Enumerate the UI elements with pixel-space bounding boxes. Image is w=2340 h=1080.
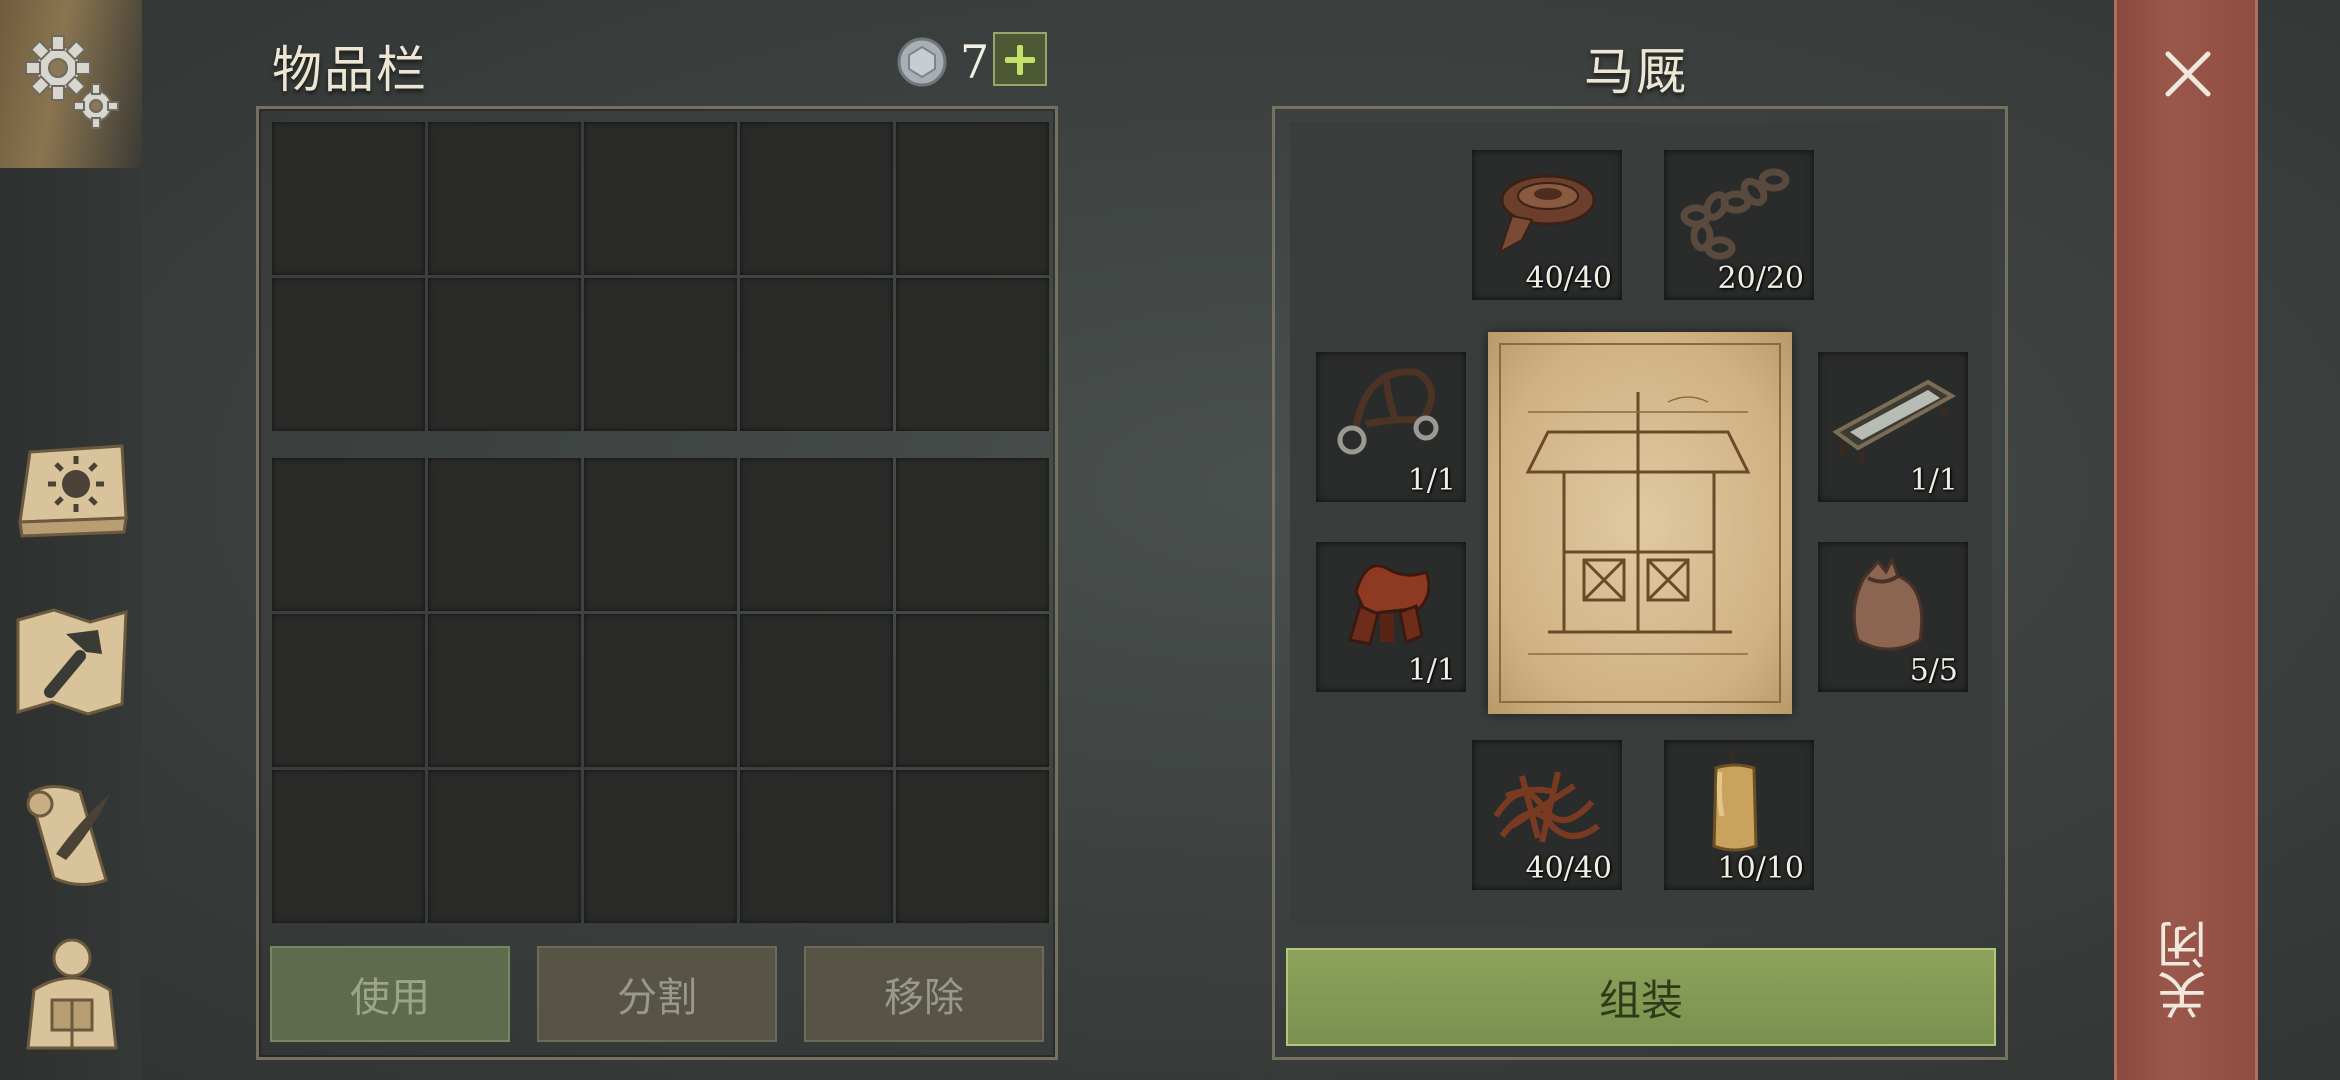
slot-count: 10/10 <box>1717 851 1804 886</box>
inventory-slot[interactable] <box>896 458 1049 611</box>
backpack-icon <box>26 938 118 1050</box>
inventory-slot[interactable] <box>428 278 581 431</box>
inventory-slot[interactable] <box>584 458 737 611</box>
inventory-slot[interactable] <box>584 770 737 923</box>
inventory-slot[interactable] <box>584 278 737 431</box>
inventory-slot[interactable] <box>896 614 1049 767</box>
inventory-slot[interactable] <box>896 770 1049 923</box>
slot-count: 40/40 <box>1525 261 1612 296</box>
inventory-slot[interactable] <box>428 122 581 275</box>
inventory-slot[interactable] <box>272 122 425 275</box>
blueprint-drawing <box>1499 343 1781 703</box>
inventory-slot[interactable] <box>272 614 425 767</box>
rope-pile-icon <box>1493 771 1600 843</box>
sidebar <box>0 0 142 1080</box>
inventory-slot[interactable] <box>740 278 893 431</box>
add-coins-button[interactable] <box>993 32 1047 86</box>
inventory-slot[interactable] <box>272 278 425 431</box>
close-button[interactable]: 关闭 <box>2150 920 2230 1020</box>
ingredient-slot-rope[interactable]: 40/40 <box>1472 740 1622 890</box>
inventory-slot[interactable] <box>740 458 893 611</box>
coin-display: 7 <box>896 34 989 90</box>
slot-count: 1/1 <box>1909 463 1958 498</box>
inventory-slot[interactable] <box>272 458 425 611</box>
leather-roll-icon <box>1498 174 1596 255</box>
journal-button[interactable] <box>10 432 134 556</box>
map-hammer-icon <box>16 608 128 716</box>
close-panel[interactable] <box>2114 0 2258 1080</box>
trough-icon <box>1832 379 1957 462</box>
ingredient-slot-candle[interactable]: 10/10 <box>1664 740 1814 890</box>
ingredient-slot-leather[interactable]: 40/40 <box>1472 150 1622 300</box>
ingredient-slot-trough[interactable]: 1/1 <box>1818 352 1968 502</box>
inventory-slot[interactable] <box>428 614 581 767</box>
stable-title: 马厩 <box>1584 43 1688 101</box>
inventory-slot[interactable] <box>584 122 737 275</box>
inventory-slot[interactable] <box>428 458 581 611</box>
ingredient-slot-sack[interactable]: 5/5 <box>1818 542 1968 692</box>
slot-count: 20/20 <box>1717 261 1804 296</box>
inventory-slot[interactable] <box>584 614 737 767</box>
ingredient-slot-saddle[interactable]: 1/1 <box>1316 542 1466 692</box>
slot-count: 1/1 <box>1407 463 1456 498</box>
settings-button[interactable] <box>0 0 142 168</box>
silver-coin-icon <box>897 37 947 87</box>
sack-icon <box>1852 556 1924 651</box>
inventory-slot[interactable] <box>740 122 893 275</box>
slot-count: 5/5 <box>1909 653 1958 688</box>
inventory-slot[interactable] <box>740 614 893 767</box>
slot-count: 40/40 <box>1525 851 1612 886</box>
slot-count: 1/1 <box>1407 653 1456 688</box>
chain-icon <box>1680 168 1790 260</box>
inventory-slot[interactable] <box>896 122 1049 275</box>
inventory-slot[interactable] <box>740 770 893 923</box>
close-icon[interactable] <box>2160 46 2216 102</box>
inventory-slot[interactable] <box>272 770 425 923</box>
stable-blueprint <box>1488 332 1792 714</box>
ingredient-slot-chain[interactable]: 20/20 <box>1664 150 1814 300</box>
assemble-button[interactable]: 组装 <box>1286 948 1996 1046</box>
gear-icon <box>25 35 119 129</box>
coin-count: 7 <box>960 35 990 89</box>
inventory-title: 物品栏 <box>272 41 428 99</box>
candle-icon <box>1712 749 1758 852</box>
map-button[interactable] <box>10 600 134 724</box>
scroll-quill-icon <box>26 785 110 886</box>
remove-button[interactable]: 移除 <box>804 946 1044 1042</box>
inventory-slot[interactable] <box>896 278 1049 431</box>
inventory-slot[interactable] <box>428 770 581 923</box>
sun-book-icon <box>18 444 128 538</box>
ingredient-slot-bridle[interactable]: 1/1 <box>1316 352 1466 502</box>
saddle-icon <box>1348 564 1431 646</box>
inventory-grid-top <box>272 122 1049 431</box>
split-button[interactable]: 分割 <box>537 946 777 1042</box>
quests-button[interactable] <box>10 770 134 894</box>
bridle-icon <box>1337 368 1439 455</box>
character-button[interactable] <box>10 930 134 1054</box>
inventory-grid-bottom <box>272 458 1049 923</box>
use-button[interactable]: 使用 <box>270 946 510 1042</box>
